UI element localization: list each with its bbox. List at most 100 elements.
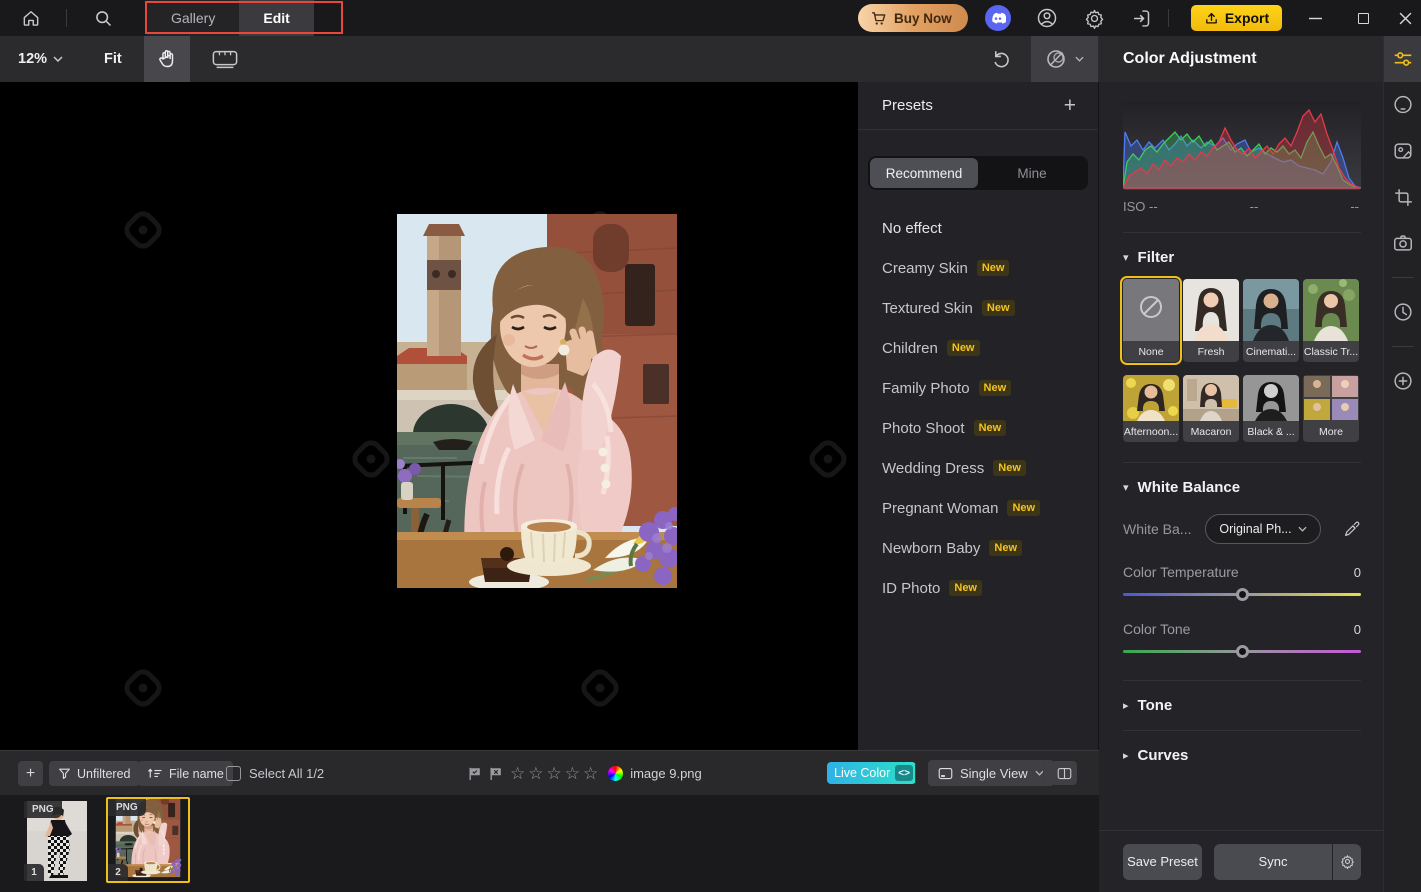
filter-afternoon[interactable]: Afternoon... <box>1123 375 1179 442</box>
filter-more[interactable]: More <box>1303 375 1359 442</box>
tab-edit[interactable]: Edit <box>239 0 313 36</box>
filter-black-and-white[interactable]: Black & ... <box>1243 375 1299 442</box>
sort-by-button[interactable]: File name <box>138 761 233 786</box>
buy-now-button[interactable]: Buy Now <box>858 4 968 32</box>
preset-item-family-photo[interactable]: Family PhotoNew <box>858 368 1098 408</box>
white-balance-section-header[interactable]: ▾ White Balance <box>1123 479 1361 496</box>
titlebar-divider <box>1168 9 1169 27</box>
close-button[interactable] <box>1390 0 1421 36</box>
export-button[interactable]: Export <box>1191 5 1282 31</box>
filter-images-button[interactable]: Unfiltered <box>49 761 140 786</box>
new-badge: New <box>989 540 1022 556</box>
sidebar-item-adjustments[interactable] <box>1384 36 1421 82</box>
canvas-viewport[interactable] <box>0 82 858 750</box>
filter-fresh[interactable]: Fresh <box>1183 279 1239 362</box>
sync-button[interactable]: Sync <box>1214 844 1332 880</box>
filter-thumbnails-row-1: None Fresh Cinemati... Classic Tr... <box>1123 279 1361 362</box>
view-mode-dropdown[interactable]: Single View <box>928 760 1054 786</box>
buy-now-label: Buy Now <box>894 11 952 26</box>
live-color-badge[interactable]: Live Color <> <box>827 762 916 784</box>
home-icon <box>21 8 41 28</box>
filmstrip-thumbnail-1[interactable]: PNG 1 <box>24 801 90 881</box>
discord-icon <box>990 12 1006 24</box>
color-temperature-label: Color Temperature <box>1123 564 1239 580</box>
filmstrip-icon <box>212 49 238 69</box>
undo-button[interactable] <box>979 36 1025 82</box>
exit-button[interactable] <box>1124 0 1158 36</box>
single-view-label: Single View <box>960 766 1028 781</box>
preset-item-no-effect[interactable]: No effect <box>858 208 1098 248</box>
preset-item-photo-shoot[interactable]: Photo ShootNew <box>858 408 1098 448</box>
sync-settings-button[interactable] <box>1333 844 1361 880</box>
preset-item-children[interactable]: ChildrenNew <box>858 328 1098 368</box>
sidebar-item-history[interactable] <box>1384 289 1421 335</box>
preset-item-newborn-baby[interactable]: Newborn BabyNew <box>858 528 1098 568</box>
undo-icon <box>991 48 1013 70</box>
discord-button[interactable] <box>985 5 1011 31</box>
aperture-value: -- <box>1250 199 1259 214</box>
preset-item-pregnant-woman[interactable]: Pregnant WomanNew <box>858 488 1098 528</box>
home-button[interactable] <box>14 0 48 36</box>
sidebar-item-add-tool[interactable] <box>1384 358 1421 404</box>
filmstrip-thumbnail-2-selected[interactable]: PNG 2 <box>106 797 190 883</box>
hand-tool-button[interactable] <box>144 36 190 82</box>
iso-value: ISO -- <box>1123 199 1158 214</box>
tone-title: Tone <box>1138 697 1173 714</box>
new-badge: New <box>947 340 980 356</box>
split-view-button[interactable] <box>1051 761 1077 785</box>
filter-cinematic[interactable]: Cinemati... <box>1243 279 1299 362</box>
preset-list: No effect Creamy SkinNew Textured SkinNe… <box>858 208 1098 608</box>
slider-thumb[interactable] <box>1236 645 1249 658</box>
gear-icon <box>1340 854 1355 869</box>
sidebar-item-crop[interactable] <box>1384 174 1421 220</box>
preset-item-id-photo[interactable]: ID PhotoNew <box>858 568 1098 608</box>
tab-mine[interactable]: Mine <box>978 158 1086 188</box>
preset-item-creamy-skin[interactable]: Creamy SkinNew <box>858 248 1098 288</box>
sidebar-item-portrait-retouch[interactable] <box>1384 82 1421 128</box>
save-preset-button[interactable]: Save Preset <box>1123 844 1202 880</box>
minimize-button[interactable] <box>1298 0 1332 36</box>
maximize-icon <box>1358 13 1369 24</box>
flag-reject-icon[interactable] <box>489 766 503 781</box>
tone-section-header[interactable]: ▸ Tone <box>1123 697 1361 714</box>
white-balance-dropdown[interactable]: Original Ph... <box>1205 514 1321 544</box>
exif-info-row: ISO -- -- -- <box>1123 199 1359 214</box>
chevron-down-icon <box>53 56 63 62</box>
live-color-code-icon: <> <box>895 765 913 781</box>
compare-view-button[interactable] <box>1031 36 1098 82</box>
search-button[interactable] <box>86 0 120 36</box>
flag-pick-icon[interactable] <box>468 766 482 781</box>
select-all-control[interactable]: Select All 1/2 <box>226 761 324 786</box>
filmstrip-view-button[interactable] <box>202 36 248 82</box>
tab-recommend[interactable]: Recommend <box>870 158 978 188</box>
tab-gallery[interactable]: Gallery <box>147 0 239 36</box>
filter-macaron[interactable]: Macaron <box>1183 375 1239 442</box>
fit-button[interactable]: Fit <box>104 36 122 82</box>
sidebar-item-photo-effects[interactable] <box>1384 128 1421 174</box>
account-button[interactable] <box>1030 0 1064 36</box>
settings-button[interactable] <box>1077 0 1111 36</box>
add-image-button[interactable]: + <box>18 761 43 786</box>
preset-item-textured-skin[interactable]: Textured SkinNew <box>858 288 1098 328</box>
star-rating[interactable]: ☆☆☆☆☆ <box>510 764 601 784</box>
add-preset-button[interactable]: + <box>1064 95 1076 116</box>
preset-item-wedding-dress[interactable]: Wedding DressNew <box>858 448 1098 488</box>
current-file-name: image 9.png <box>630 766 702 781</box>
color-label-wheel-icon[interactable] <box>608 766 623 781</box>
eyedropper-button[interactable] <box>1343 519 1361 539</box>
gear-icon <box>1084 8 1105 29</box>
color-panel-footer: Save Preset Sync <box>1099 830 1383 892</box>
filter-thumbnail <box>1183 279 1239 341</box>
filter-classic[interactable]: Classic Tr... <box>1303 279 1359 362</box>
maximize-button[interactable] <box>1346 0 1380 36</box>
slider-thumb[interactable] <box>1236 588 1249 601</box>
sidebar-item-camera[interactable] <box>1384 220 1421 266</box>
filter-section-header[interactable]: ▾ Filter <box>1123 249 1361 266</box>
filter-none[interactable]: None <box>1123 279 1179 362</box>
zoom-level-dropdown[interactable]: 12% <box>18 36 63 82</box>
select-all-checkbox[interactable] <box>226 766 241 781</box>
curves-section-header[interactable]: ▸ Curves <box>1123 747 1361 764</box>
color-tone-slider[interactable] <box>1123 645 1361 658</box>
compare-icon <box>1045 47 1069 71</box>
color-temperature-slider[interactable] <box>1123 588 1361 601</box>
